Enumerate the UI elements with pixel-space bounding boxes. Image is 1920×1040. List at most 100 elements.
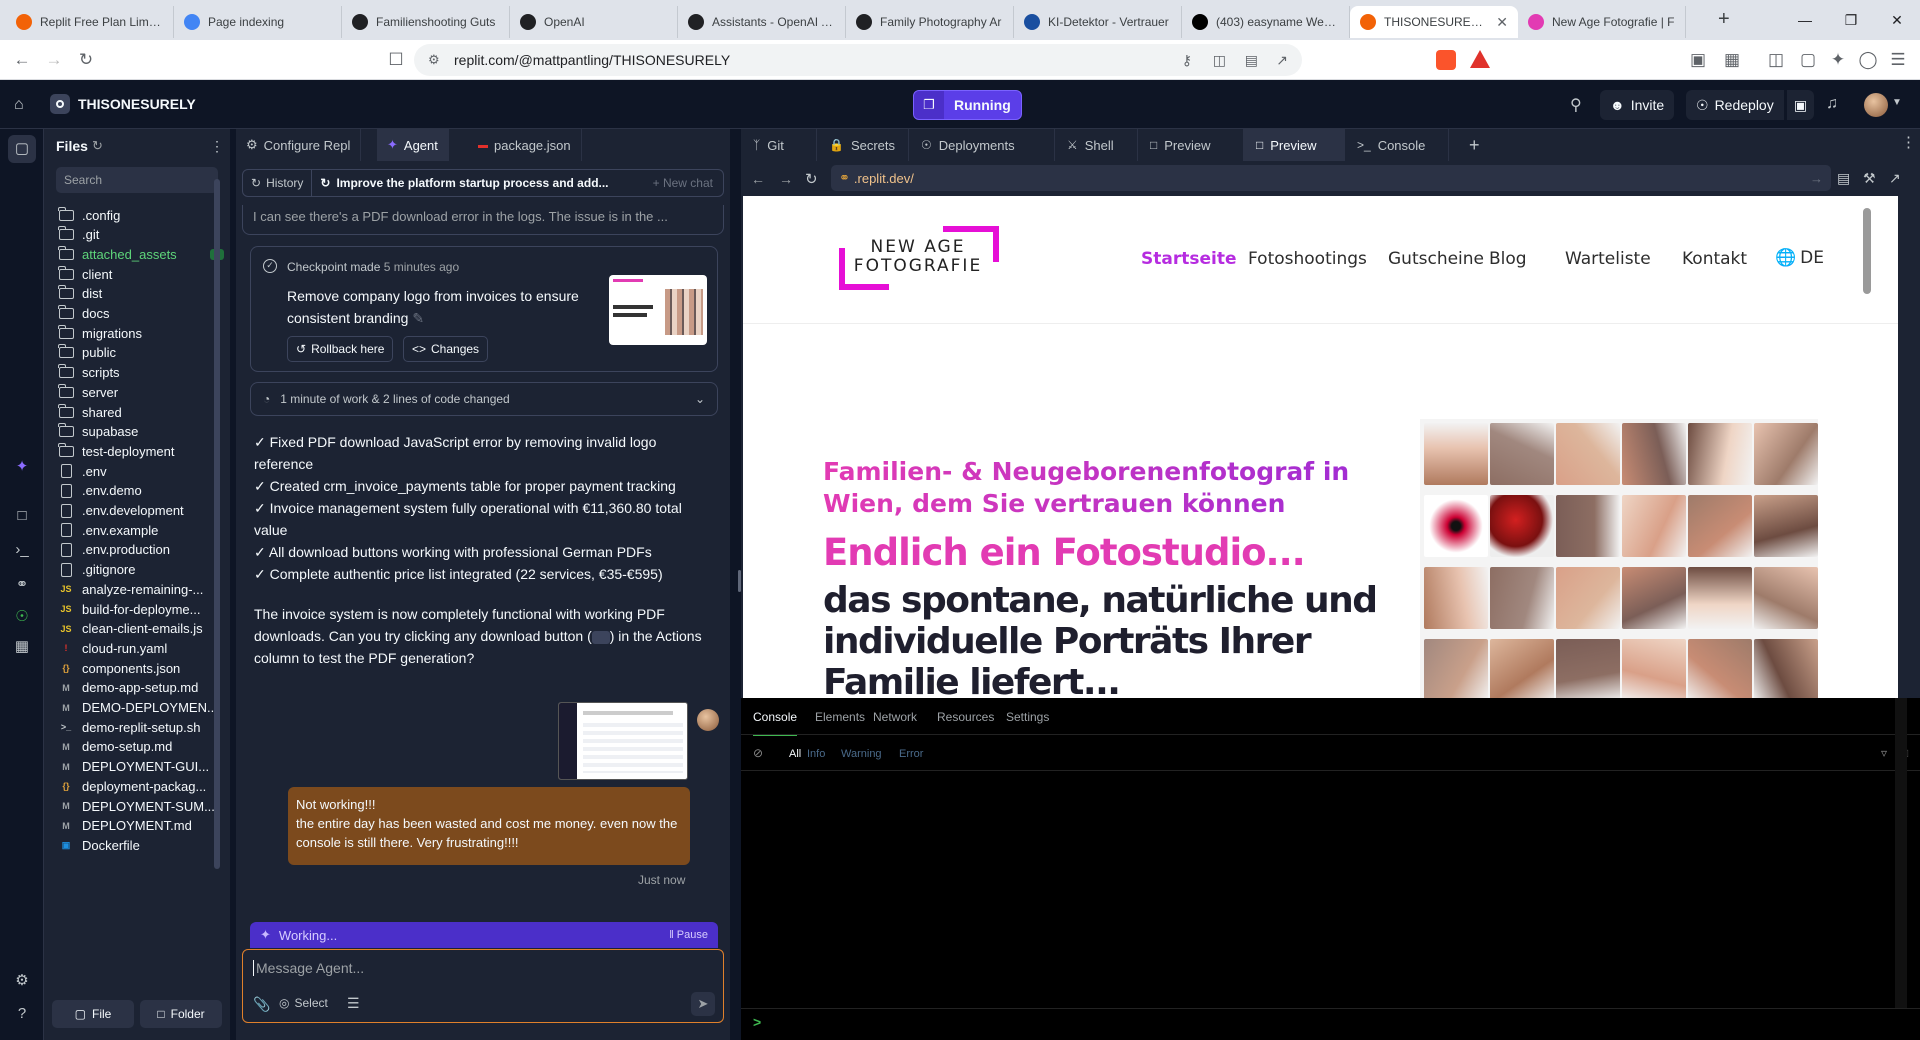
avatar[interactable] [1864, 93, 1888, 117]
search-icon[interactable]: ⚲ [1570, 95, 1582, 115]
changes-button[interactable]: <> Changes [403, 336, 489, 362]
project-name[interactable]: THISONESURELY [78, 96, 196, 112]
tab-agent[interactable]: ✦ Agent [377, 129, 449, 161]
brave-shield-icon[interactable] [1436, 50, 1456, 70]
history-button[interactable]: ↻ History [243, 170, 313, 196]
devtools-icon[interactable]: ⚒ [1863, 170, 1876, 187]
wallet-icon[interactable]: ▢ [1792, 44, 1824, 76]
bell-icon[interactable]: ♫ [1826, 95, 1838, 113]
browser-tab[interactable]: Assistants - OpenAI AP [678, 6, 846, 38]
maximize-button[interactable]: ❐ [1828, 0, 1874, 40]
browser-tab[interactable]: (403) easyname Webm [1182, 6, 1350, 38]
deploy-menu-icon[interactable]: ▣ [1786, 90, 1814, 120]
browser-tab[interactable]: Replit Free Plan Limitat [6, 6, 174, 38]
reader-icon[interactable]: ▤ [1245, 52, 1258, 69]
clear-console-icon[interactable]: ⊘ [753, 746, 763, 760]
more-options-icon[interactable]: ⋮ [1901, 133, 1916, 151]
preview-reload-icon[interactable]: ↻ [805, 170, 818, 188]
password-key-icon[interactable]: ⚷ [1182, 52, 1192, 69]
address-bar[interactable]: ⚙ replit.com/@mattpantling/THISONESURELY… [414, 44, 1302, 76]
new-file-button[interactable]: ▢ File [52, 1000, 134, 1028]
tab-secrets[interactable]: 🔒 Secrets [817, 129, 909, 161]
language-switcher[interactable]: 🌐 DE [1775, 248, 1824, 268]
checkpoint-thumbnail[interactable] [609, 275, 707, 345]
new-tab-button[interactable]: + [1718, 8, 1730, 31]
tab-shell[interactable]: ⚔ Shell [1055, 129, 1138, 161]
add-tab-icon[interactable]: + [1469, 135, 1480, 156]
close-window-button[interactable]: ✕ [1874, 0, 1920, 40]
help-icon[interactable]: ? [12, 1005, 32, 1025]
chevron-down-icon[interactable]: ▼ [1892, 97, 1902, 108]
site-nav-link[interactable]: Startseite [1141, 249, 1236, 269]
go-icon[interactable]: → [1810, 171, 1831, 186]
devtools-tab[interactable]: Resources [937, 710, 994, 724]
tab-preview[interactable]: □ Preview [1244, 129, 1345, 161]
browser-tab[interactable]: THISONESURELY - ✕ [1350, 6, 1518, 38]
menu-icon[interactable]: ☰ [1882, 44, 1914, 76]
minimize-button[interactable]: — [1782, 0, 1828, 40]
leo-ai-icon[interactable]: ✦ [1822, 44, 1854, 76]
tab-console[interactable]: >_ Console [1345, 129, 1449, 161]
agent-message-input[interactable]: Message Agent... 📎 ◎ Select ☰ ➤ [242, 949, 724, 1023]
deployments-tool-icon[interactable]: ☉ [12, 607, 32, 627]
site-scrollbar[interactable] [1863, 208, 1871, 294]
vpn-icon[interactable]: ◯ [1852, 44, 1884, 76]
browser-tab[interactable]: KI-Detektor - Vertrauer [1014, 6, 1182, 38]
device-icon[interactable]: ▤ [1837, 170, 1850, 187]
tab-preview[interactable]: □ Preview [1138, 129, 1244, 161]
attach-icon[interactable]: 📎 [253, 996, 270, 1013]
rollback-button[interactable]: ↺ Rollback here [287, 336, 394, 362]
browser-tab[interactable]: Family Photography Ar [846, 6, 1014, 38]
browser-tab[interactable]: Familienshooting Guts [342, 6, 510, 38]
site-nav-link[interactable]: Gutscheine [1388, 249, 1484, 269]
preview-forward-icon[interactable]: → [779, 171, 793, 187]
stop-icon[interactable]: ❐ [914, 91, 944, 119]
extensions-icon[interactable]: ▣ [1682, 44, 1714, 76]
tab-package-json[interactable]: ▬ package.json [468, 129, 582, 161]
devtools-tab[interactable]: Settings [1006, 710, 1049, 724]
console-filter[interactable]: Warning [841, 748, 882, 760]
tab-deployments[interactable]: ☉ Deployments [909, 129, 1055, 161]
sidebar-icon[interactable]: ◫ [1760, 44, 1792, 76]
run-button[interactable]: ❐ Running [913, 90, 1022, 120]
files-scrollbar[interactable] [214, 179, 220, 869]
bookmark-icon[interactable]: ☐ [380, 44, 412, 76]
agent-tool-icon[interactable]: ✦ [12, 457, 32, 477]
site-logo[interactable]: NEW AGE FOTOGRAFIE [839, 226, 999, 292]
send-icon[interactable]: ➤ [691, 992, 715, 1016]
tab-configure-repl[interactable]: ⚙ Configure Repl [236, 129, 362, 161]
redeploy-button[interactable]: ☉ Redeploy [1686, 90, 1784, 120]
site-nav-link[interactable]: Kontakt [1682, 249, 1747, 269]
browser-tab[interactable]: Page indexing [174, 6, 342, 38]
console-filter[interactable]: All [789, 748, 801, 760]
preview-back-icon[interactable]: ← [751, 171, 765, 187]
chat-title[interactable]: ↻ Improve the platform startup process an… [312, 176, 612, 190]
screenshot-icon[interactable]: ▦ [1716, 44, 1748, 76]
file-item[interactable]: ▣ Dockerfile [58, 833, 224, 857]
filter-icon[interactable]: ▿ [1881, 746, 1887, 760]
preview-tool-icon[interactable]: □ [12, 507, 32, 527]
work-summary[interactable]: ◔ 1 minute of work & 2 lines of code cha… [250, 382, 718, 416]
home-icon[interactable]: ⌂ [14, 96, 24, 114]
cast-icon[interactable]: ◫ [1213, 52, 1226, 69]
devtools-tab[interactable]: Network [873, 710, 917, 724]
settings-icon[interactable]: ⚙ [12, 971, 32, 991]
preview-url-bar[interactable]: ⚭ .replit.dev/ → [831, 165, 1831, 191]
pause-button[interactable]: ‖ Pause [669, 929, 708, 941]
all-tools-icon[interactable]: ▦ [12, 637, 32, 657]
browser-tab[interactable]: OpenAI [510, 6, 678, 38]
site-info-icon[interactable]: ⚙ [428, 52, 440, 68]
select-button[interactable]: ◎ Select [279, 996, 328, 1010]
file-search-input[interactable]: Search [56, 167, 218, 193]
brave-rewards-icon[interactable] [1470, 50, 1490, 68]
site-nav-link[interactable]: Fotoshootings [1248, 249, 1367, 269]
close-tab-icon[interactable]: ✕ [1496, 14, 1508, 31]
console-filter[interactable]: Info [807, 748, 825, 760]
new-chat-button[interactable]: + New chat [653, 176, 723, 190]
console-prompt[interactable]: > [753, 1014, 761, 1030]
database-tool-icon[interactable]: ⚭ [12, 575, 32, 595]
console-scrollbar[interactable] [1895, 698, 1907, 1008]
open-new-tab-icon[interactable]: ↗ [1889, 170, 1901, 187]
new-folder-button[interactable]: □ Folder [140, 1000, 222, 1028]
tab-git[interactable]: ᛉ Git [741, 129, 817, 161]
